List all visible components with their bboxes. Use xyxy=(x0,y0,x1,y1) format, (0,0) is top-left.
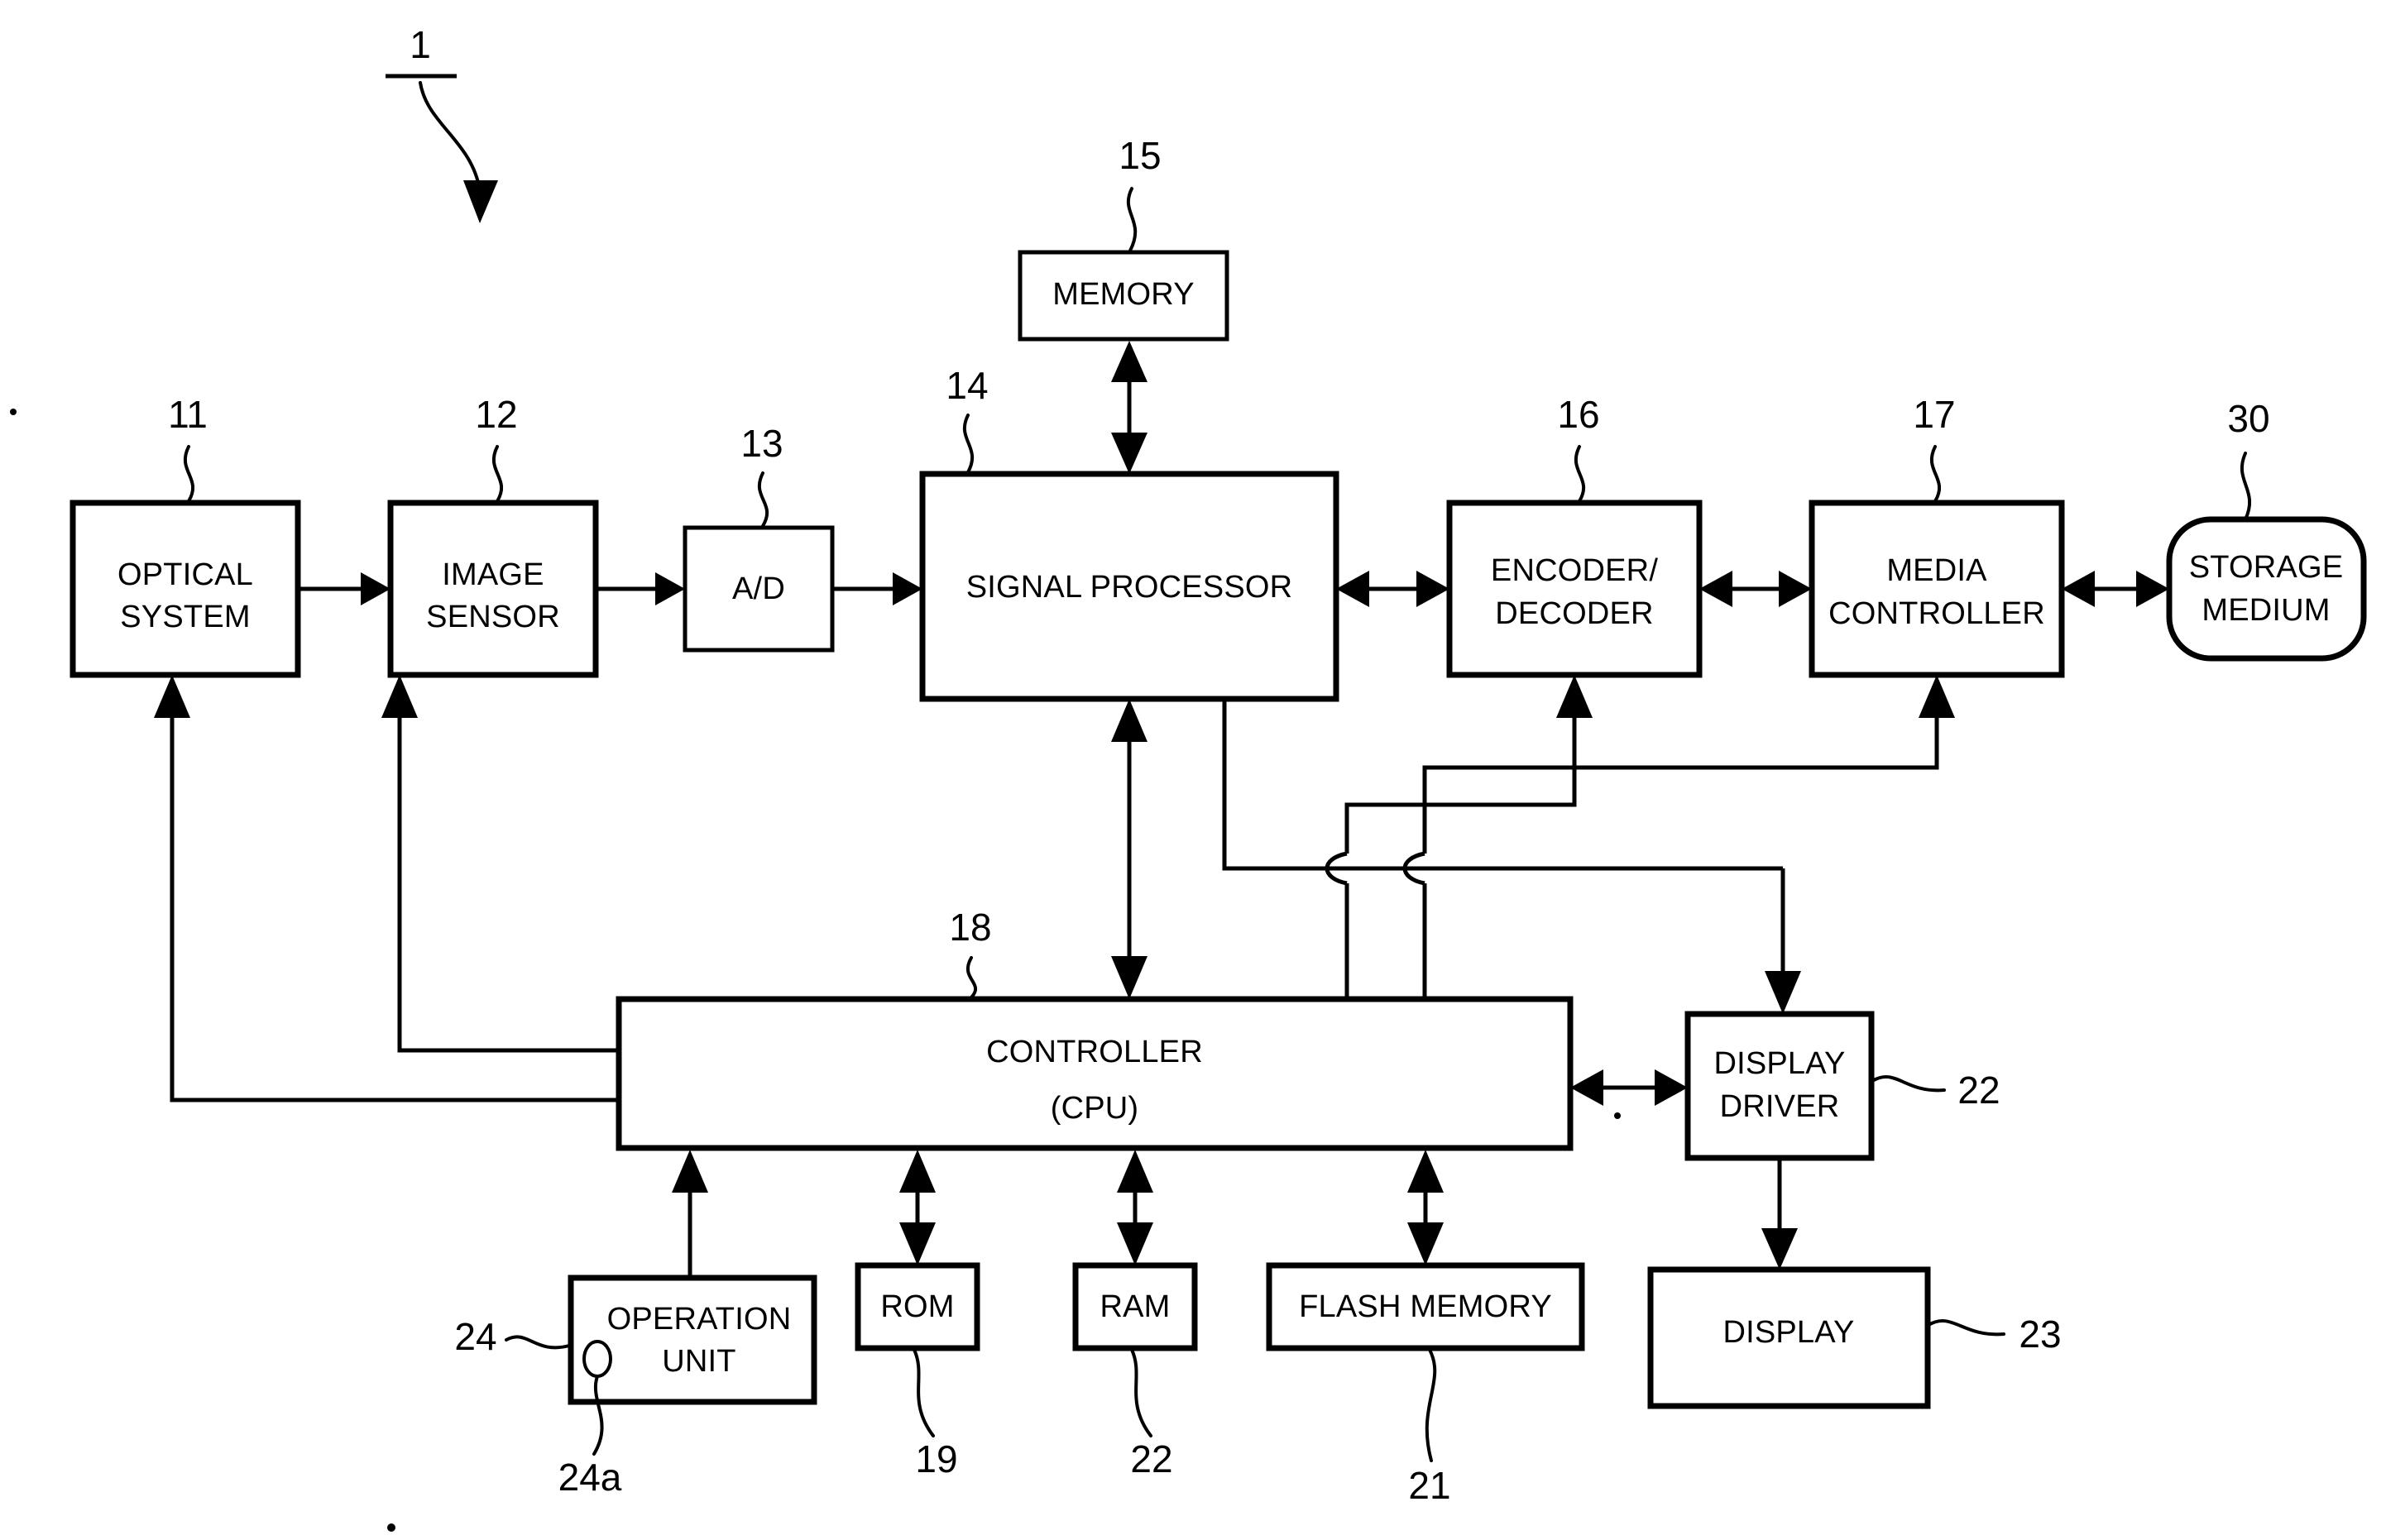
ref-30: 30 xyxy=(2227,397,2270,521)
figure-id-marker: 1 xyxy=(386,23,498,223)
wire-encoder-media-controller xyxy=(1699,571,1812,607)
wire-controller-to-optical-system xyxy=(154,675,619,1102)
ad-label: A/D xyxy=(732,572,785,606)
wire-sensor-to-ad xyxy=(596,572,685,605)
block-diagram-canvas: 1 OPTICAL SYSTEM 11 IMAGE SENSOR 12 A/D … xyxy=(10,23,2367,1532)
ref-label-30: 30 xyxy=(2227,397,2269,440)
scan-artifact-dot xyxy=(10,409,17,415)
ref-24: 24 xyxy=(454,1315,571,1358)
ram-label: RAM xyxy=(1100,1289,1170,1324)
rom-label: ROM xyxy=(880,1289,954,1324)
ref-16: 16 xyxy=(1557,393,1600,503)
operation-unit-label-line2: UNIT xyxy=(662,1344,735,1379)
encoder-decoder-label-line1: ENCODER/ xyxy=(1491,553,1658,588)
controller-label-line1: CONTROLLER xyxy=(986,1035,1203,1069)
display-driver-label-line1: DISPLAY xyxy=(1713,1046,1845,1081)
ref-label-21: 21 xyxy=(1408,1464,1450,1507)
wire-controller-to-encoder xyxy=(1325,675,1593,999)
figure-id-label: 1 xyxy=(410,23,431,66)
wire-signal-processor-encoder xyxy=(1336,571,1449,607)
block-display-driver xyxy=(1684,1011,1875,1161)
ref-label-11: 11 xyxy=(168,393,208,436)
wire-optical-to-sensor xyxy=(298,572,390,605)
ref-label-17: 17 xyxy=(1913,393,1955,436)
ref-12: 12 xyxy=(475,393,518,503)
block-encoder-decoder xyxy=(1446,500,1703,678)
wire-ad-to-signal-processor xyxy=(832,572,922,605)
signal-processor-label: SIGNAL PROCESSOR xyxy=(966,570,1293,605)
optical-system-label-line2: SYSTEM xyxy=(120,600,250,634)
scan-artifact-dot-3 xyxy=(1614,1112,1621,1119)
ref-22-display-driver: 22 xyxy=(1871,1069,2000,1112)
ref-21: 21 xyxy=(1408,1348,1451,1507)
ref-22-ram: 22 xyxy=(1130,1348,1173,1480)
ref-label-13: 13 xyxy=(740,422,783,465)
image-sensor-label-line2: SENSOR xyxy=(426,600,560,634)
ref-13: 13 xyxy=(740,422,783,528)
wire-controller-flash-memory xyxy=(1407,1150,1444,1265)
wire-bus-to-display-driver xyxy=(1765,868,1801,1014)
operation-unit-button-icon xyxy=(582,1340,612,1378)
ref-label-15: 15 xyxy=(1119,134,1161,177)
wire-operation-unit-to-controller xyxy=(672,1150,708,1278)
ref-23: 23 xyxy=(1927,1313,2062,1356)
wire-controller-signal-processor xyxy=(1111,699,1147,999)
controller-label-line2: (CPU) xyxy=(1051,1091,1139,1126)
figure-arrow-head xyxy=(463,180,498,223)
ref-11: 11 xyxy=(168,393,208,503)
operation-unit-label-line1: OPERATION xyxy=(607,1302,792,1337)
storage-medium-label-line1: STORAGE xyxy=(2189,550,2344,585)
block-operation-unit xyxy=(568,1275,817,1405)
ref-label-22-driver: 22 xyxy=(1957,1069,2000,1112)
image-sensor-label-line1: IMAGE xyxy=(442,557,544,592)
wire-controller-to-media-controller xyxy=(1402,675,1955,999)
block-storage-medium xyxy=(2166,516,2367,662)
storage-medium-label-line2: MEDIUM xyxy=(2202,593,2330,628)
wire-display-driver-to-display xyxy=(1761,1158,1798,1270)
ref-19: 19 xyxy=(913,1348,958,1480)
memory-label: MEMORY xyxy=(1052,277,1195,312)
display-label: DISPLAY xyxy=(1722,1315,1854,1350)
display-driver-label-line2: DRIVER xyxy=(1720,1089,1840,1124)
optical-system-label-line1: OPTICAL xyxy=(117,557,253,592)
ref-15: 15 xyxy=(1119,134,1162,252)
ref-label-14: 14 xyxy=(946,364,988,407)
wire-controller-display-driver xyxy=(1570,1069,1688,1106)
ref-18: 18 xyxy=(949,906,992,999)
ref-label-12: 12 xyxy=(475,393,517,436)
ref-label-23: 23 xyxy=(2019,1313,2061,1356)
ref-label-24: 24 xyxy=(454,1315,496,1358)
wire-controller-to-image-sensor xyxy=(381,675,619,1053)
patent-figure: 1 OPTICAL SYSTEM 11 IMAGE SENSOR 12 A/D … xyxy=(0,0,2386,1540)
wire-signal-processor-down-bus xyxy=(1222,699,1783,871)
ref-17: 17 xyxy=(1913,393,1956,503)
wire-media-controller-storage xyxy=(2062,571,2169,607)
block-media-controller xyxy=(1809,500,2065,678)
wire-signal-processor-memory xyxy=(1111,341,1147,474)
media-controller-label-line2: CONTROLLER xyxy=(1828,596,2045,631)
encoder-decoder-label-line2: DECODER xyxy=(1495,596,1653,631)
ref-label-22-ram: 22 xyxy=(1130,1437,1172,1480)
ref-14: 14 xyxy=(946,364,989,474)
flash-memory-label: FLASH MEMORY xyxy=(1299,1289,1552,1324)
ref-label-24a: 24a xyxy=(558,1456,622,1499)
ref-label-19: 19 xyxy=(915,1437,957,1480)
wire-controller-rom xyxy=(899,1150,936,1265)
ref-label-18: 18 xyxy=(949,906,991,949)
wire-controller-ram xyxy=(1117,1150,1153,1265)
media-controller-label-line1: MEDIA xyxy=(1886,553,1987,588)
ref-label-16: 16 xyxy=(1557,393,1599,436)
scan-artifact-dot-2 xyxy=(387,1523,395,1532)
